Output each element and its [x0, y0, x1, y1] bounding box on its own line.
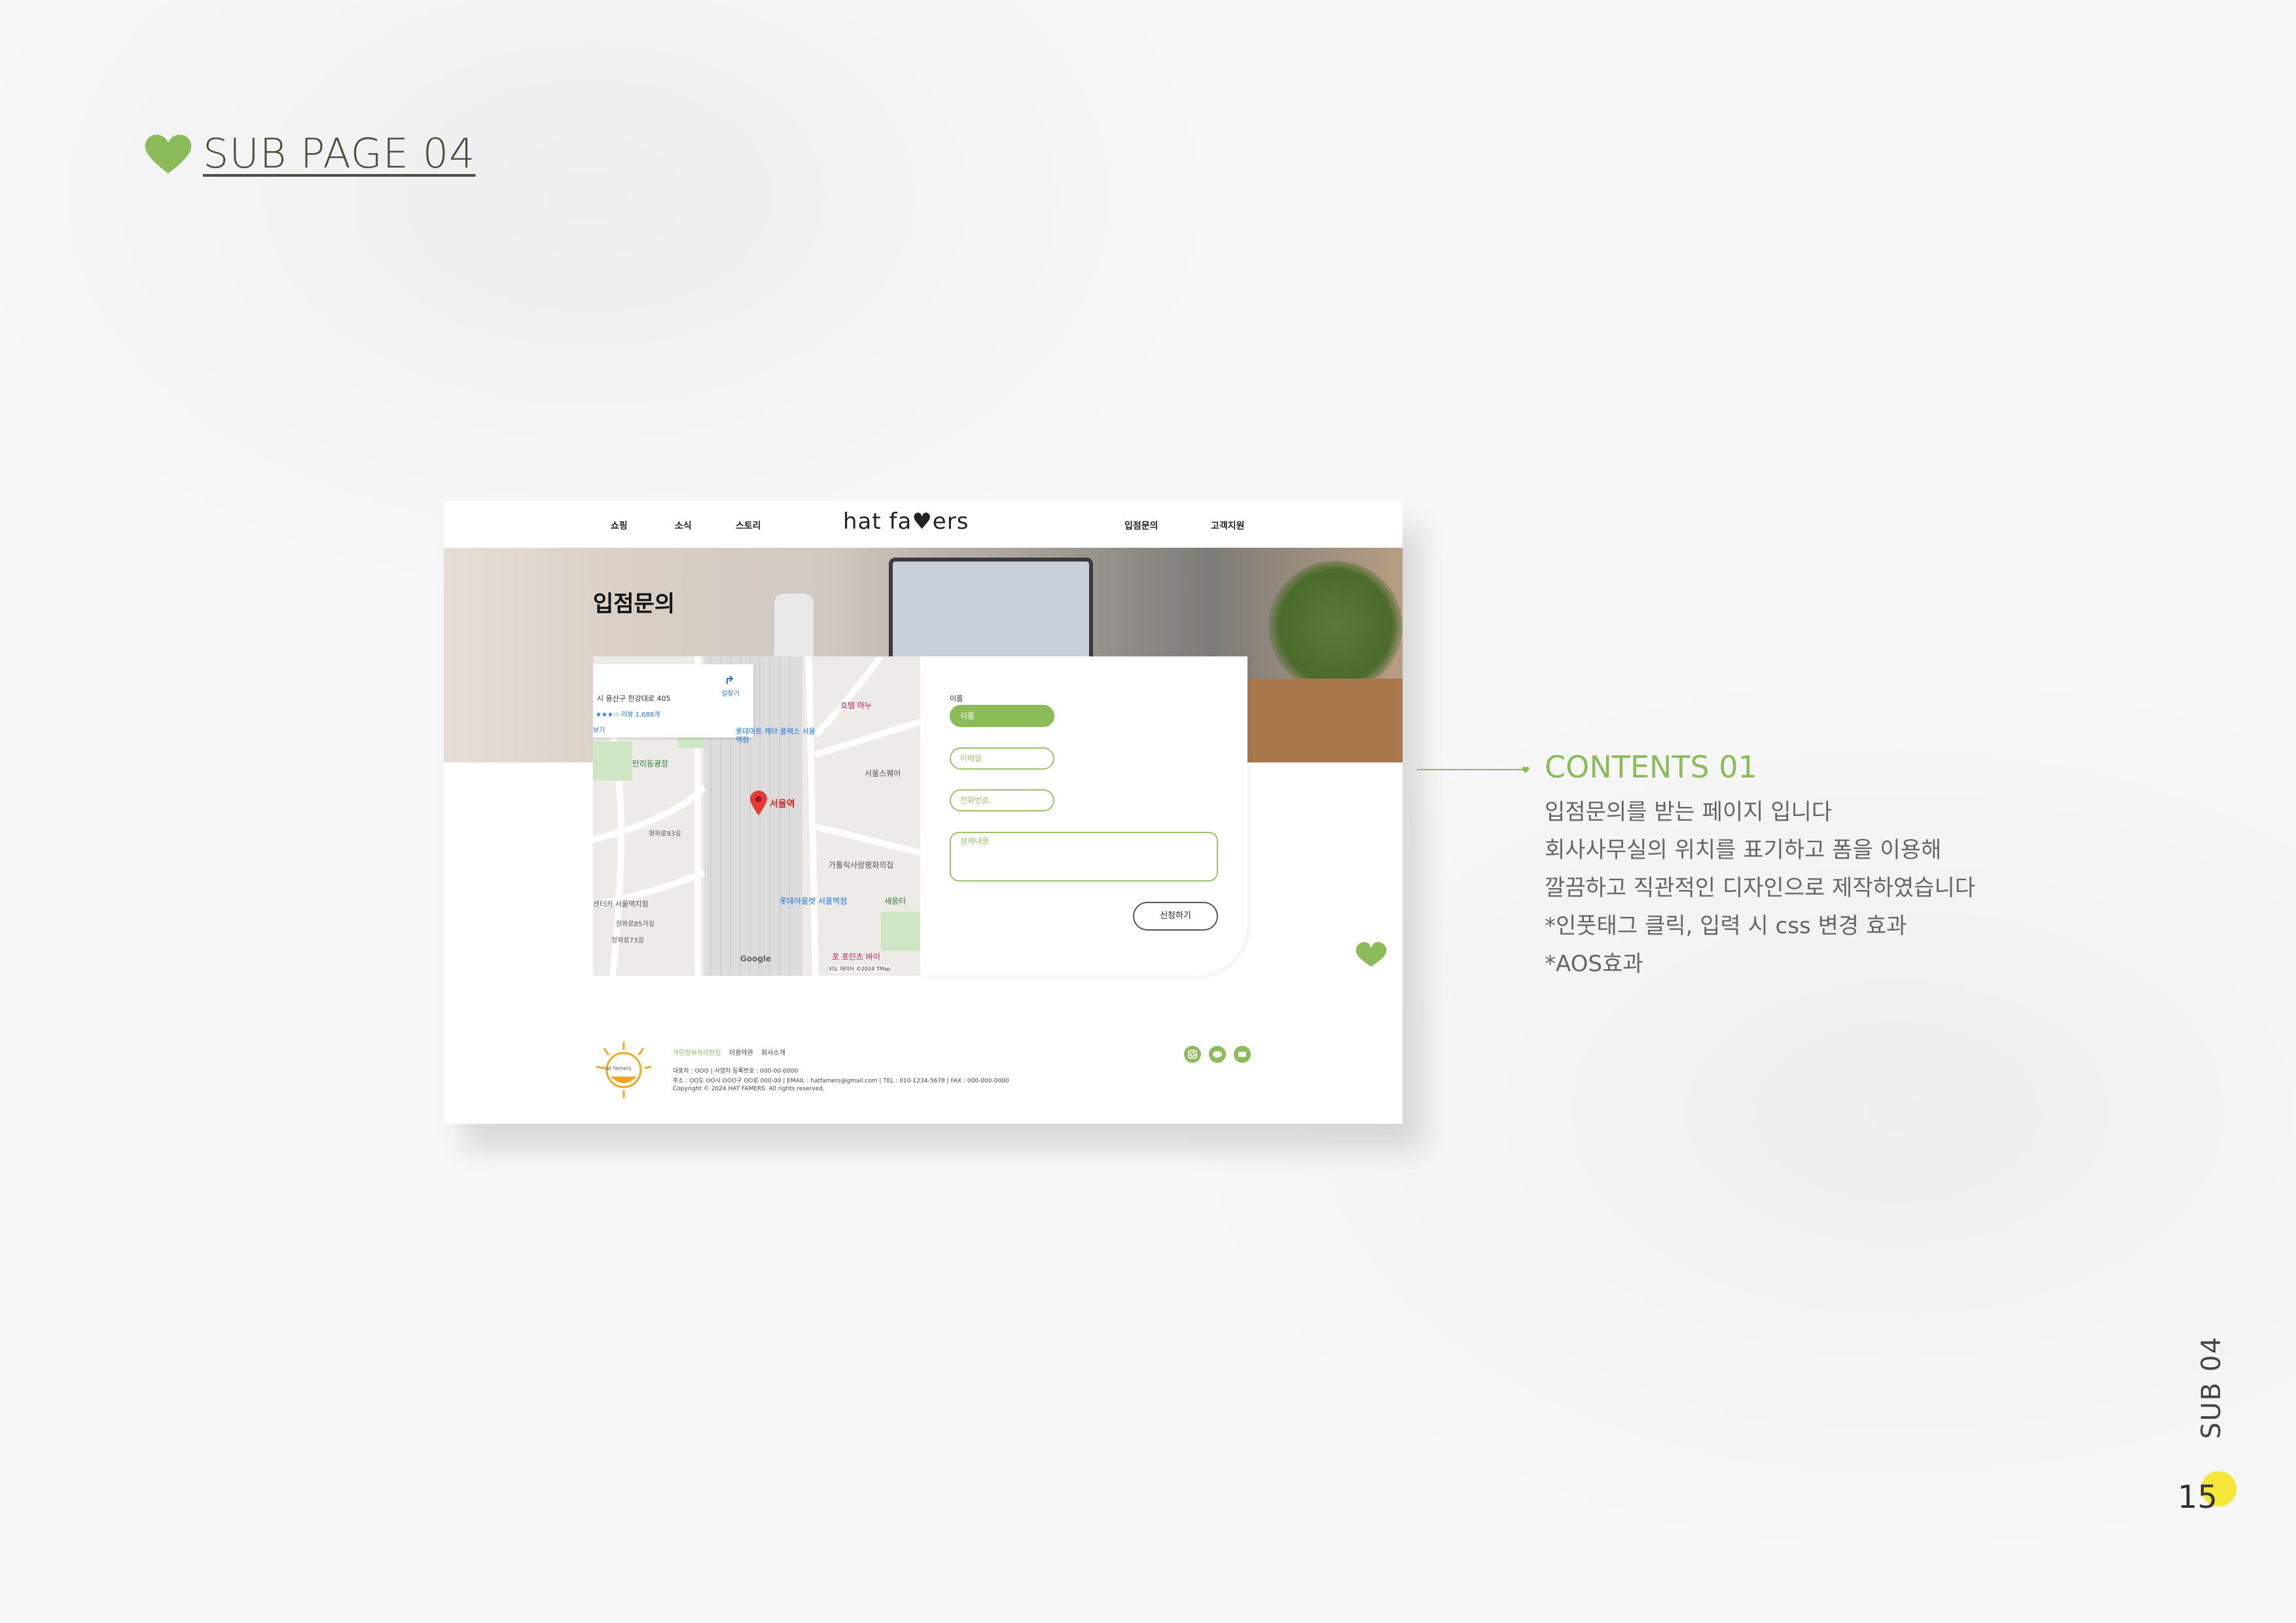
name-input[interactable]: 이름 — [950, 705, 1054, 727]
field-label-name: 이름 — [950, 694, 963, 703]
message-icon[interactable] — [1233, 1045, 1251, 1063]
nav-item-shop[interactable]: 쇼핑 — [611, 519, 628, 532]
footer-address-line: 주소 : OO도 OO시 OOO구 OO로 000-00 | EMAIL : h… — [673, 1078, 1009, 1084]
inquiry-form: 이름 이름 이메일 전화번호 상세내용 신청하기 — [920, 656, 1247, 976]
leaf-icon — [1354, 939, 1389, 971]
map-poi: 만리동광장 — [632, 759, 669, 768]
chat-icon[interactable] — [1208, 1045, 1227, 1063]
connector-line — [1417, 769, 1525, 770]
map-station-label: 서울역 — [770, 799, 795, 810]
nav-item-news[interactable]: 소식 — [675, 519, 692, 532]
heart-icon — [145, 134, 192, 173]
directions-label: 길찾기 — [721, 690, 740, 698]
map-poi: 서울스퀘어 — [865, 769, 901, 778]
map-poi: 포 포인츠 바이 — [832, 952, 880, 961]
nav-item-story[interactable]: 스토리 — [736, 519, 761, 532]
phone-input[interactable]: 전화번호 — [950, 789, 1054, 812]
laptop-image — [889, 558, 1093, 664]
site-footer: hat famers 개인정보처리방침 이용약관 회사소개 대표자 : OOO … — [444, 1024, 1403, 1124]
map-poi: 가톨릭사랑평화의집 — [829, 861, 894, 870]
description-line: *인풋태그 클릭, 입력 시 css 변경 효과 — [1545, 913, 1907, 939]
nav-item-support[interactable]: 고객지원 — [1211, 519, 1245, 532]
map-more-link[interactable]: 보기 — [593, 724, 605, 734]
page-heading: SUB PAGE 04 — [143, 130, 476, 177]
contents-title: CONTENTS 01 — [1545, 749, 1757, 785]
directions-button[interactable]: 길찾기 — [717, 673, 744, 698]
footer-link-about[interactable]: 회사소개 — [761, 1047, 785, 1057]
map-copyright: 지도 데이터 ©2024 TMap — [829, 965, 891, 972]
footer-link-privacy[interactable]: 개인정보처리방침 — [673, 1047, 721, 1057]
page-number: 15 — [2178, 1479, 2218, 1516]
map-street: 청파로73길 — [611, 937, 644, 944]
plant-image — [1268, 561, 1403, 692]
website-mockup: 쇼핑 소식 스토리 hat fa♥ers 입점문의 고객지원 입점문의 시 용산… — [444, 501, 1403, 1124]
footer-link-terms[interactable]: 이용약관 — [729, 1047, 753, 1057]
google-logo: Google — [740, 954, 772, 963]
footer-logo[interactable]: hat famers — [591, 1041, 656, 1102]
map-poi: 호텔 마누 — [840, 701, 872, 710]
map-street: 청파로85가길 — [616, 921, 655, 928]
vertical-section-label: SUB 04 — [2197, 1336, 2227, 1439]
footer-company-line: 대표자 : OOO | 사업자 등록번호 : 000-00-0000 — [673, 1068, 798, 1075]
description-line: 깔끔하고 직관적인 디자인으로 제작하였습니다 — [1545, 875, 1976, 901]
small-heart-icon — [1522, 766, 1530, 773]
map-poi: 롯데아울렛 서울역점 — [780, 897, 848, 906]
map-pin-icon[interactable] — [749, 791, 768, 819]
map-street: 청파로93길 — [649, 830, 681, 838]
directions-icon — [726, 675, 734, 684]
hero-title: 입점문의 — [593, 591, 675, 617]
submit-button[interactable]: 신청하기 — [1133, 902, 1218, 931]
site-logo[interactable]: hat fa♥ers — [843, 508, 969, 535]
page-heading-text: SUB PAGE 04 — [203, 130, 476, 177]
map-poi: 롯데마트 제타 플렉스 서울역점 — [736, 727, 816, 744]
footer-social — [1183, 1045, 1251, 1063]
description-line: *AOS효과 — [1545, 951, 1643, 977]
map-address: 시 용산구 한강대로 405 — [597, 694, 671, 703]
detail-textarea[interactable]: 상세내용 — [950, 832, 1218, 882]
description-line: 회사사무실의 위치를 표기하고 폼을 이용해 — [1545, 837, 1942, 863]
footer-copyright: Copyright © 2024 HAT FAMERS. All rights … — [673, 1086, 825, 1092]
email-input[interactable]: 이메일 — [950, 747, 1054, 770]
site-nav: 쇼핑 소식 스토리 hat fa♥ers 입점문의 고객지원 — [444, 501, 1403, 548]
map-rating[interactable]: ★★★☆ 리뷰 1,688개 — [596, 709, 660, 719]
location-map[interactable]: 시 용산구 한강대로 405 ★★★☆ 리뷰 1,688개 보기 길찾기 서울역… — [593, 656, 920, 976]
map-poi: 새움터 — [884, 897, 906, 906]
page-marker: SUB 04 15 — [2157, 1335, 2248, 1516]
map-poi: 센터카 서울역지점 — [593, 900, 649, 908]
instagram-icon[interactable] — [1183, 1045, 1202, 1063]
map-info-card: 시 용산구 한강대로 405 ★★★☆ 리뷰 1,688개 보기 길찾기 — [593, 664, 753, 738]
nav-item-inquiry[interactable]: 입점문의 — [1124, 519, 1158, 532]
footer-logo-text: hat famers — [603, 1065, 632, 1071]
description-line: 입점문의를 받는 페이지 입니다 — [1545, 799, 1833, 825]
